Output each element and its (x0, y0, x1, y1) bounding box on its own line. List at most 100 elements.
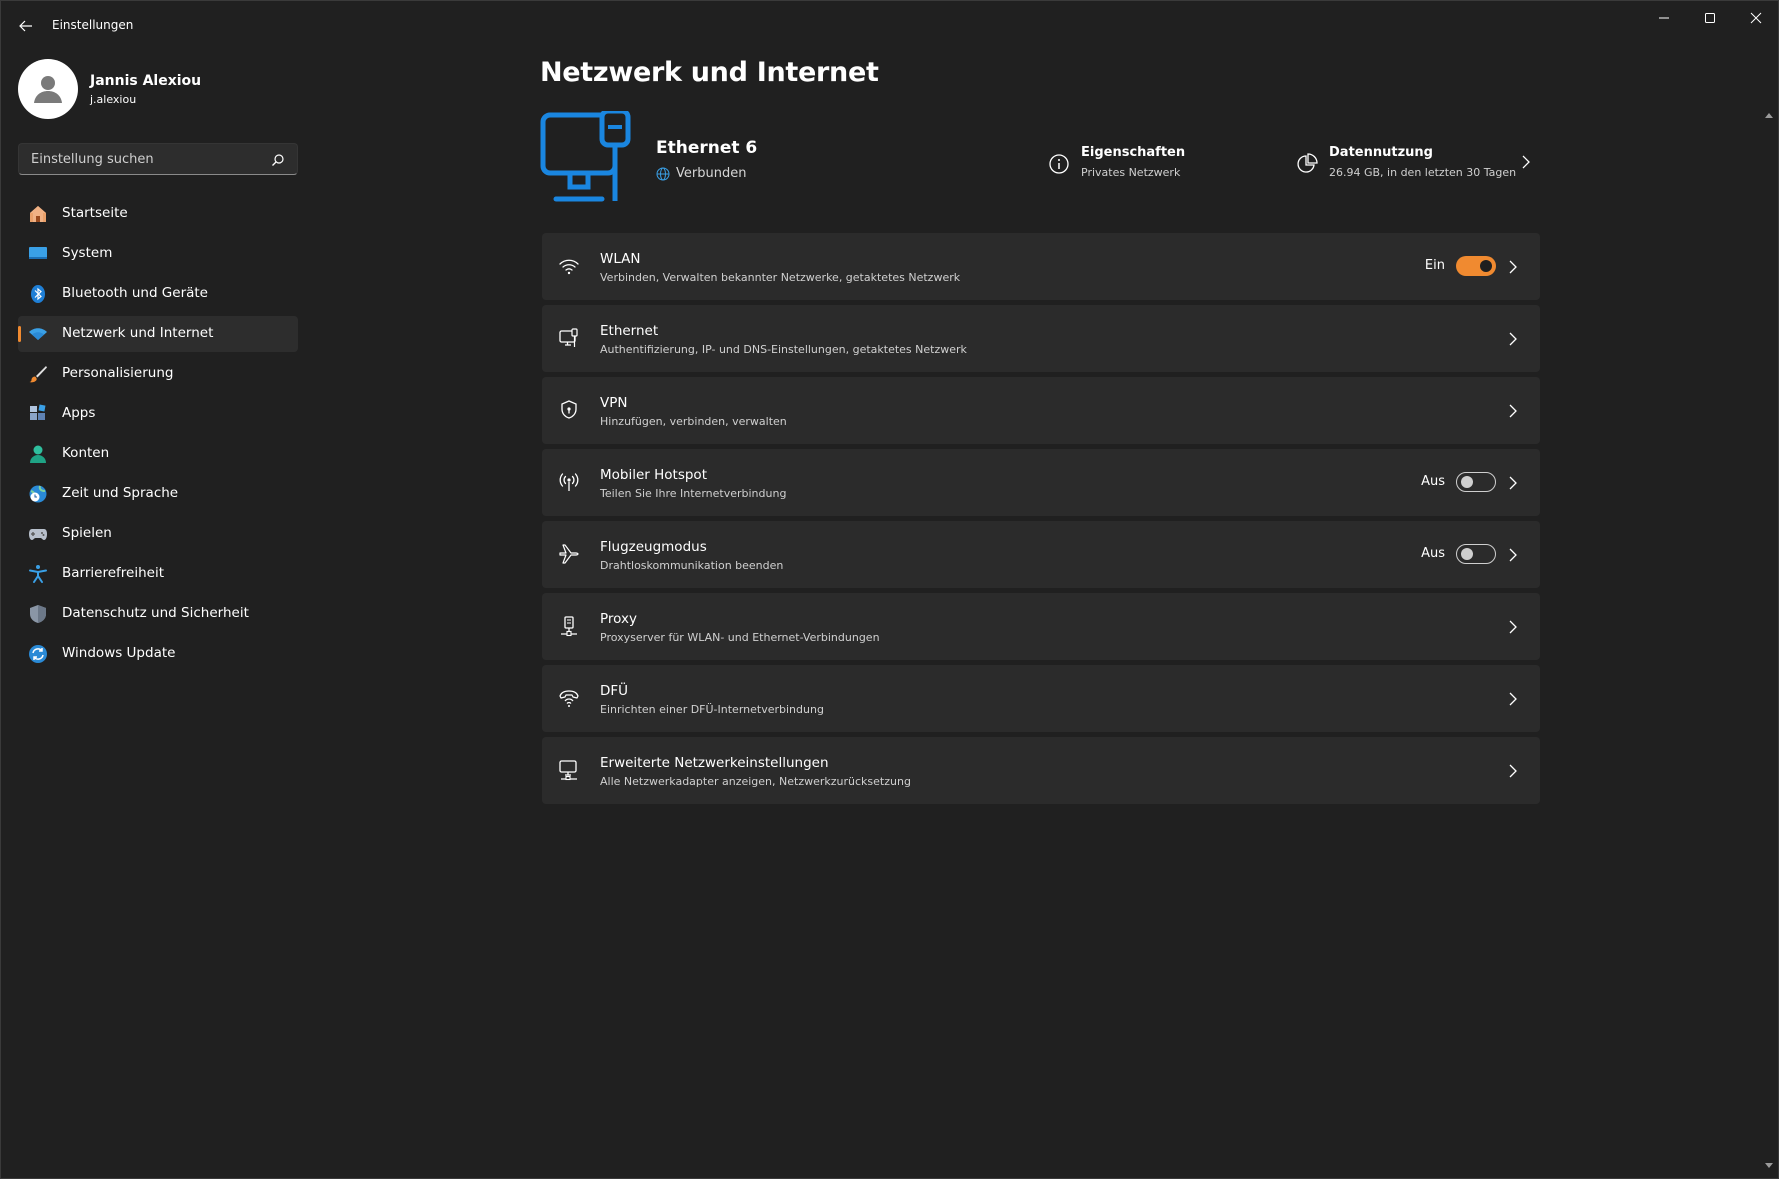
chevron-right-icon (1509, 692, 1517, 706)
account-icon (28, 444, 48, 464)
gamepad-icon (28, 524, 48, 544)
sidebar-nav: Startseite System Bluetooth und Geräte N… (18, 196, 298, 676)
card-title: WLAN (600, 251, 641, 267)
card-subtitle: Teilen Sie Ihre Internetverbindung (600, 487, 787, 500)
vpn-shield-icon (558, 399, 580, 421)
card-wlan[interactable]: WLAN Verbinden, Verwalten bekannter Netz… (542, 233, 1540, 300)
globe-icon (656, 167, 670, 180)
minimize-icon (1659, 17, 1669, 19)
connection-status: Verbunden (656, 166, 746, 181)
sidebar-item-label: Personalisierung (62, 365, 174, 381)
info-icon (1049, 154, 1069, 174)
minimize-button[interactable] (1641, 7, 1687, 29)
shield-icon (28, 604, 48, 624)
brush-icon (28, 364, 48, 384)
hotspot-toggle[interactable] (1456, 472, 1496, 492)
airplane-icon (558, 543, 580, 565)
sidebar-item-startseite[interactable]: Startseite (18, 196, 298, 232)
maximize-button[interactable] (1687, 7, 1733, 29)
card-vpn[interactable]: VPN Hinzufügen, verbinden, verwalten (542, 377, 1540, 444)
close-button[interactable] (1733, 7, 1779, 29)
bluetooth-icon (28, 284, 48, 304)
card-title: Proxy (600, 611, 637, 627)
data-usage-title: Datennutzung (1329, 145, 1433, 160)
user-profile[interactable]: Jannis Alexiou j.alexiou (18, 59, 298, 119)
connection-hero: Ethernet 6 Verbunden Eigenschaften Priva… (540, 111, 1540, 207)
search-input[interactable] (29, 144, 259, 174)
card-ethernet[interactable]: Ethernet Authentifizierung, IP- und DNS-… (542, 305, 1540, 372)
sidebar-item-apps[interactable]: Apps (18, 396, 298, 432)
pie-chart-icon (1297, 153, 1318, 173)
data-usage-subtitle: 26.94 GB, in den letzten 30 Tagen (1329, 166, 1517, 179)
sidebar-item-label: Apps (62, 405, 96, 421)
avatar (18, 59, 78, 119)
chevron-right-icon (1509, 548, 1517, 562)
page-title: Netzwerk und Internet (540, 57, 879, 88)
card-subtitle: Proxyserver für WLAN- und Ethernet-Verbi… (600, 631, 880, 644)
proxy-icon (558, 615, 580, 637)
chevron-right-icon (1509, 764, 1517, 778)
ethernet-pc-icon (540, 111, 631, 202)
card-title: Mobiler Hotspot (600, 467, 707, 483)
settings-list: WLAN Verbinden, Verwalten bekannter Netz… (542, 233, 1540, 809)
properties-subtitle: Privates Netzwerk (1081, 166, 1181, 179)
card-airplane-mode[interactable]: Flugzeugmodus Drahtloskommunikation been… (542, 521, 1540, 588)
toggle-state-label: Aus (1421, 474, 1445, 489)
airplane-mode-toggle[interactable] (1456, 544, 1496, 564)
scroll-down-arrow-icon[interactable] (1764, 1162, 1774, 1170)
sidebar-item-system[interactable]: System (18, 236, 298, 272)
properties-link[interactable]: Eigenschaften Privates Netzwerk (1048, 145, 1208, 189)
connection-name: Ethernet 6 (656, 138, 758, 158)
title-bar: Einstellungen (1, 1, 1779, 51)
wlan-toggle[interactable] (1456, 256, 1496, 276)
chevron-right-icon[interactable] (1520, 155, 1532, 169)
card-subtitle: Einrichten einer DFÜ-Internetverbindung (600, 703, 824, 716)
card-advanced-network[interactable]: Erweiterte Netzwerkeinstellungen Alle Ne… (542, 737, 1540, 804)
sidebar-item-label: Datenschutz und Sicherheit (62, 605, 249, 621)
sidebar-item-konten[interactable]: Konten (18, 436, 298, 472)
toggle-knob (1480, 260, 1492, 272)
search-box (18, 143, 298, 175)
card-mobile-hotspot[interactable]: Mobiler Hotspot Teilen Sie Ihre Internet… (542, 449, 1540, 516)
card-dialup[interactable]: DFÜ Einrichten einer DFÜ-Internetverbind… (542, 665, 1540, 732)
sidebar-item-label: Windows Update (62, 645, 176, 661)
app-title: Einstellungen (52, 18, 134, 32)
update-icon (28, 644, 48, 664)
globe-clock-icon (28, 484, 48, 504)
card-title: DFÜ (600, 683, 629, 699)
connection-status-text: Verbunden (676, 166, 747, 181)
sidebar-item-spielen[interactable]: Spielen (18, 516, 298, 552)
sidebar-item-label: System (62, 245, 113, 261)
card-title: Ethernet (600, 323, 659, 339)
sidebar-item-label: Barrierefreiheit (62, 565, 164, 581)
sidebar-item-zeit[interactable]: Zeit und Sprache (18, 476, 298, 512)
sidebar-item-label: Spielen (62, 525, 112, 541)
chevron-right-icon (1509, 332, 1517, 346)
sidebar-item-personalisierung[interactable]: Personalisierung (18, 356, 298, 392)
hotspot-icon (558, 471, 580, 493)
arrow-left-icon (19, 20, 32, 32)
settings-window: Einstellungen Jannis Alexiou j.alexiou E… (0, 0, 1779, 1179)
person-icon (34, 76, 62, 103)
sidebar-item-bluetooth[interactable]: Bluetooth und Geräte (18, 276, 298, 312)
sidebar-item-datenschutz[interactable]: Datenschutz und Sicherheit (18, 596, 298, 632)
search-icon[interactable] (271, 153, 285, 167)
sidebar-item-windows-update[interactable]: Windows Update (18, 636, 298, 672)
home-icon (28, 204, 48, 224)
chevron-right-icon (1509, 260, 1517, 274)
sidebar-item-label: Netzwerk und Internet (62, 325, 214, 341)
dialup-icon (558, 687, 580, 709)
data-usage-link[interactable]: Datennutzung 26.94 GB, in den letzten 30… (1296, 145, 1536, 189)
card-proxy[interactable]: Proxy Proxyserver für WLAN- und Ethernet… (542, 593, 1540, 660)
sidebar-item-netzwerk[interactable]: Netzwerk und Internet (18, 316, 298, 352)
network-adapter-icon (558, 759, 580, 781)
back-button[interactable] (15, 15, 37, 37)
profile-username: j.alexiou (90, 93, 137, 106)
sidebar-item-label: Startseite (62, 205, 128, 221)
wifi-icon (28, 324, 48, 344)
maximize-icon (1705, 13, 1715, 23)
wifi-icon (558, 255, 580, 277)
apps-icon (28, 404, 48, 424)
scroll-up-arrow-icon[interactable] (1764, 111, 1774, 119)
sidebar-item-barrierefreiheit[interactable]: Barrierefreiheit (18, 556, 298, 592)
